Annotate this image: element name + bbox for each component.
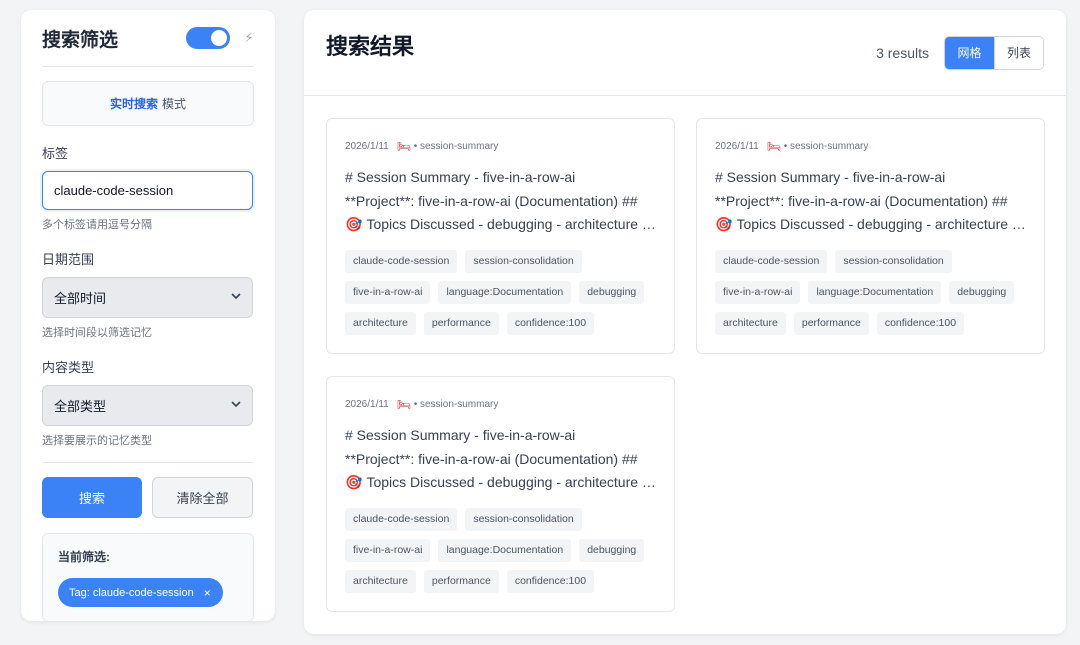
chevron-down-icon — [231, 292, 241, 303]
card-line: **Project**: five-in-a-row-ai (Documenta… — [345, 450, 638, 467]
tag-chip[interactable]: architecture — [345, 311, 416, 335]
tag-chip[interactable]: performance — [423, 569, 499, 593]
clear-all-button[interactable]: 清除全部 — [152, 477, 253, 518]
card-content: # Session Summary - five-in-a-row-ai **P… — [345, 424, 657, 495]
toggle-knob — [211, 30, 227, 46]
tag-chip[interactable]: debugging — [579, 280, 645, 304]
tag-chip[interactable]: five-in-a-row-ai — [715, 280, 801, 304]
content-type-label: 内容类型 — [42, 360, 95, 375]
date-range-value: 全部时间 — [54, 291, 107, 306]
card-line-text: Topics Discussed - debugging - architect… — [366, 474, 657, 490]
card-meta: 2026/1/11 🛏 • session-summary — [715, 140, 1026, 153]
bed-icon: 🛏 — [396, 140, 411, 153]
card-tags: claude-code-session session-consolidatio… — [715, 249, 1035, 335]
active-filter-label: Tag: claude-code-session — [69, 586, 194, 599]
realtime-toggle[interactable] — [186, 27, 230, 49]
card-line: # Session Summary - five-in-a-row-ai — [715, 169, 946, 185]
tag-chip[interactable]: language:Documentation — [438, 280, 572, 304]
bed-icon: 🛏 — [396, 398, 411, 411]
date-range-label: 日期范围 — [42, 252, 95, 267]
tag-chip[interactable]: debugging — [579, 538, 645, 562]
card-type: • session-summary — [413, 398, 499, 410]
filter-sidebar: 搜索筛选 ⚡ 实时搜索 模式 标签 多个标签请用逗号分隔 日期范围 全部时间 选… — [21, 10, 275, 622]
tag-chip[interactable]: debugging — [949, 280, 1015, 304]
tag-chip[interactable]: performance — [423, 311, 499, 335]
tag-chip[interactable]: architecture — [345, 569, 416, 593]
card-content: # Session Summary - five-in-a-row-ai **P… — [345, 166, 657, 237]
target-icon: 🎯 — [345, 216, 363, 232]
date-range-hint: 选择时间段以筛选记忆 — [42, 327, 152, 339]
divider — [42, 462, 254, 463]
search-button[interactable]: 搜索 — [42, 477, 142, 518]
action-buttons: 搜索 清除全部 — [42, 477, 254, 518]
view-toggle: 网格 列表 — [944, 35, 1044, 70]
result-card[interactable]: 2026/1/11 🛏 • session-summary # Session … — [326, 118, 675, 354]
tag-chip[interactable]: session-consolidation — [835, 249, 952, 273]
chevron-down-icon — [231, 400, 241, 411]
date-range-select[interactable]: 全部时间 — [42, 277, 253, 318]
tag-chip[interactable]: five-in-a-row-ai — [345, 280, 431, 304]
search-mode-indicator: 实时搜索 模式 — [42, 81, 254, 126]
card-meta: 2026/1/11 🛏 • session-summary — [345, 398, 656, 411]
card-type: • session-summary — [413, 140, 499, 152]
tag-chip[interactable]: claude-code-session — [345, 249, 458, 273]
card-tags: claude-code-session session-consolidatio… — [345, 249, 665, 335]
results-count: 3 results — [876, 44, 929, 61]
tag-chip[interactable]: confidence:100 — [506, 311, 595, 335]
grid-view-button[interactable]: 网格 — [945, 36, 994, 69]
target-icon: 🎯 — [345, 474, 363, 490]
target-icon: 🎯 — [715, 216, 733, 232]
bolt-icon: ⚡ — [244, 30, 254, 45]
card-type: • session-summary — [783, 140, 869, 152]
bed-icon: 🛏 — [766, 140, 781, 153]
tag-chip[interactable]: language:Documentation — [438, 538, 572, 562]
tag-chip[interactable]: claude-code-session — [345, 507, 458, 531]
mode-suffix: 模式 — [162, 97, 187, 111]
results-header: 搜索结果 3 results 网格 列表 — [304, 10, 1066, 96]
tag-chip[interactable]: architecture — [715, 311, 786, 335]
content-type-value: 全部类型 — [54, 399, 107, 414]
sidebar-header: 搜索筛选 ⚡ — [42, 10, 254, 67]
tag-chip[interactable]: confidence:100 — [506, 569, 595, 593]
results-panel: 搜索结果 3 results 网格 列表 2026/1/11 🛏 • sessi… — [304, 10, 1066, 634]
current-filters-panel: 当前筛选: Tag: claude-code-session × — [42, 533, 254, 622]
card-line: 🎯 Topics Discussed - debugging - architec… — [715, 213, 1027, 237]
card-line: **Project**: five-in-a-row-ai (Documenta… — [715, 192, 1008, 209]
result-card[interactable]: 2026/1/11 🛏 • session-summary # Session … — [326, 376, 675, 612]
card-content: # Session Summary - five-in-a-row-ai **P… — [715, 166, 1027, 237]
card-meta: 2026/1/11 🛏 • session-summary — [345, 140, 656, 153]
sidebar-title: 搜索筛选 — [42, 29, 119, 51]
tags-input[interactable] — [42, 171, 253, 210]
card-line-text: Topics Discussed - debugging - architect… — [736, 216, 1027, 232]
page-title: 搜索结果 — [326, 33, 415, 59]
card-date: 2026/1/11 — [715, 140, 759, 152]
tag-chip[interactable]: five-in-a-row-ai — [345, 538, 431, 562]
card-tags: claude-code-session session-consolidatio… — [345, 507, 665, 593]
result-card[interactable]: 2026/1/11 🛏 • session-summary # Session … — [696, 118, 1045, 354]
tags-label: 标签 — [42, 146, 69, 161]
tag-chip[interactable]: session-consolidation — [465, 507, 582, 531]
card-line-text: Topics Discussed - debugging - architect… — [366, 216, 657, 232]
card-line: 🎯 Topics Discussed - debugging - architec… — [345, 213, 657, 237]
tag-chip[interactable]: session-consolidation — [465, 249, 582, 273]
tags-hint: 多个标签请用逗号分隔 — [42, 219, 152, 231]
card-line: **Project**: five-in-a-row-ai (Documenta… — [345, 192, 638, 209]
card-date: 2026/1/11 — [345, 398, 389, 410]
card-date: 2026/1/11 — [345, 140, 389, 152]
tag-chip[interactable]: language:Documentation — [808, 280, 942, 304]
current-filters-title: 当前筛选: — [58, 550, 110, 564]
tag-chip[interactable]: performance — [793, 311, 869, 335]
tag-chip[interactable]: claude-code-session — [715, 249, 828, 273]
list-view-button[interactable]: 列表 — [994, 36, 1043, 69]
content-type-hint: 选择要展示的记忆类型 — [42, 435, 152, 447]
close-icon[interactable]: × — [204, 586, 211, 600]
card-line: # Session Summary - five-in-a-row-ai — [345, 169, 576, 185]
tag-chip[interactable]: confidence:100 — [876, 311, 965, 335]
card-line: # Session Summary - five-in-a-row-ai — [345, 427, 576, 443]
mode-highlight: 实时搜索 — [109, 97, 158, 111]
card-line: 🎯 Topics Discussed - debugging - architec… — [345, 471, 657, 495]
content-type-select[interactable]: 全部类型 — [42, 385, 253, 426]
active-filter-chip: Tag: claude-code-session × — [58, 578, 223, 607]
